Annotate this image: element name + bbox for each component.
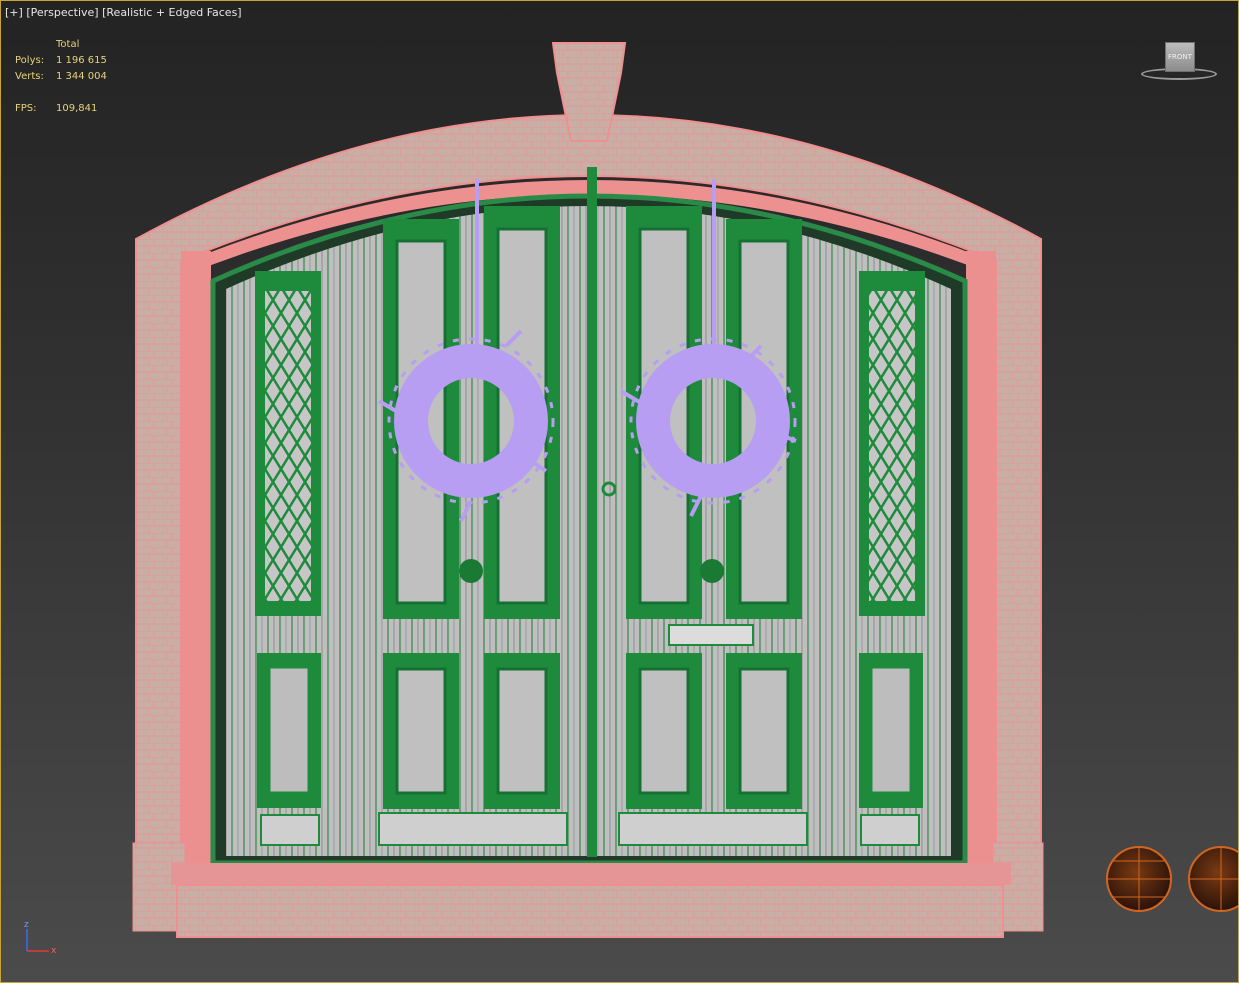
verts-label: Verts: (15, 71, 44, 82)
axis-z-label: z (24, 920, 29, 930)
axis-x-label: x (51, 946, 57, 956)
fps-label: FPS: (15, 103, 37, 114)
shading-mode-button[interactable]: [Realistic + Edged Faces] (102, 6, 241, 19)
scene-render[interactable] (1, 1, 1238, 982)
fps-value: 109,841 (56, 103, 98, 114)
polys-value: 1 196 615 (56, 55, 107, 66)
viewport-menu-button[interactable]: [+] (5, 6, 23, 19)
stats-header: Total (56, 39, 80, 50)
viewport-label[interactable]: [+] [Perspective] [Realistic + Edged Fac… (5, 6, 242, 19)
statistics-overlay: Total Polys: 1 196 615 Verts: 1 344 004 FP… (15, 37, 107, 117)
verts-value: 1 344 004 (56, 71, 107, 82)
right-sidelight (859, 271, 925, 846)
left-sidelight (255, 271, 321, 846)
3d-viewport[interactable]: [+] [Perspective] [Realistic + Edged Fac… (0, 0, 1239, 983)
viewcube[interactable]: FRONT (1139, 39, 1217, 83)
viewcube-front-face[interactable]: FRONT (1165, 42, 1195, 72)
polys-label: Polys: (15, 55, 45, 66)
light-spheres (1106, 846, 1238, 912)
view-mode-button[interactable]: [Perspective] (26, 6, 98, 19)
axis-gizmo: z x (24, 920, 57, 956)
center-stile (587, 167, 597, 857)
doorstep (171, 863, 1011, 938)
